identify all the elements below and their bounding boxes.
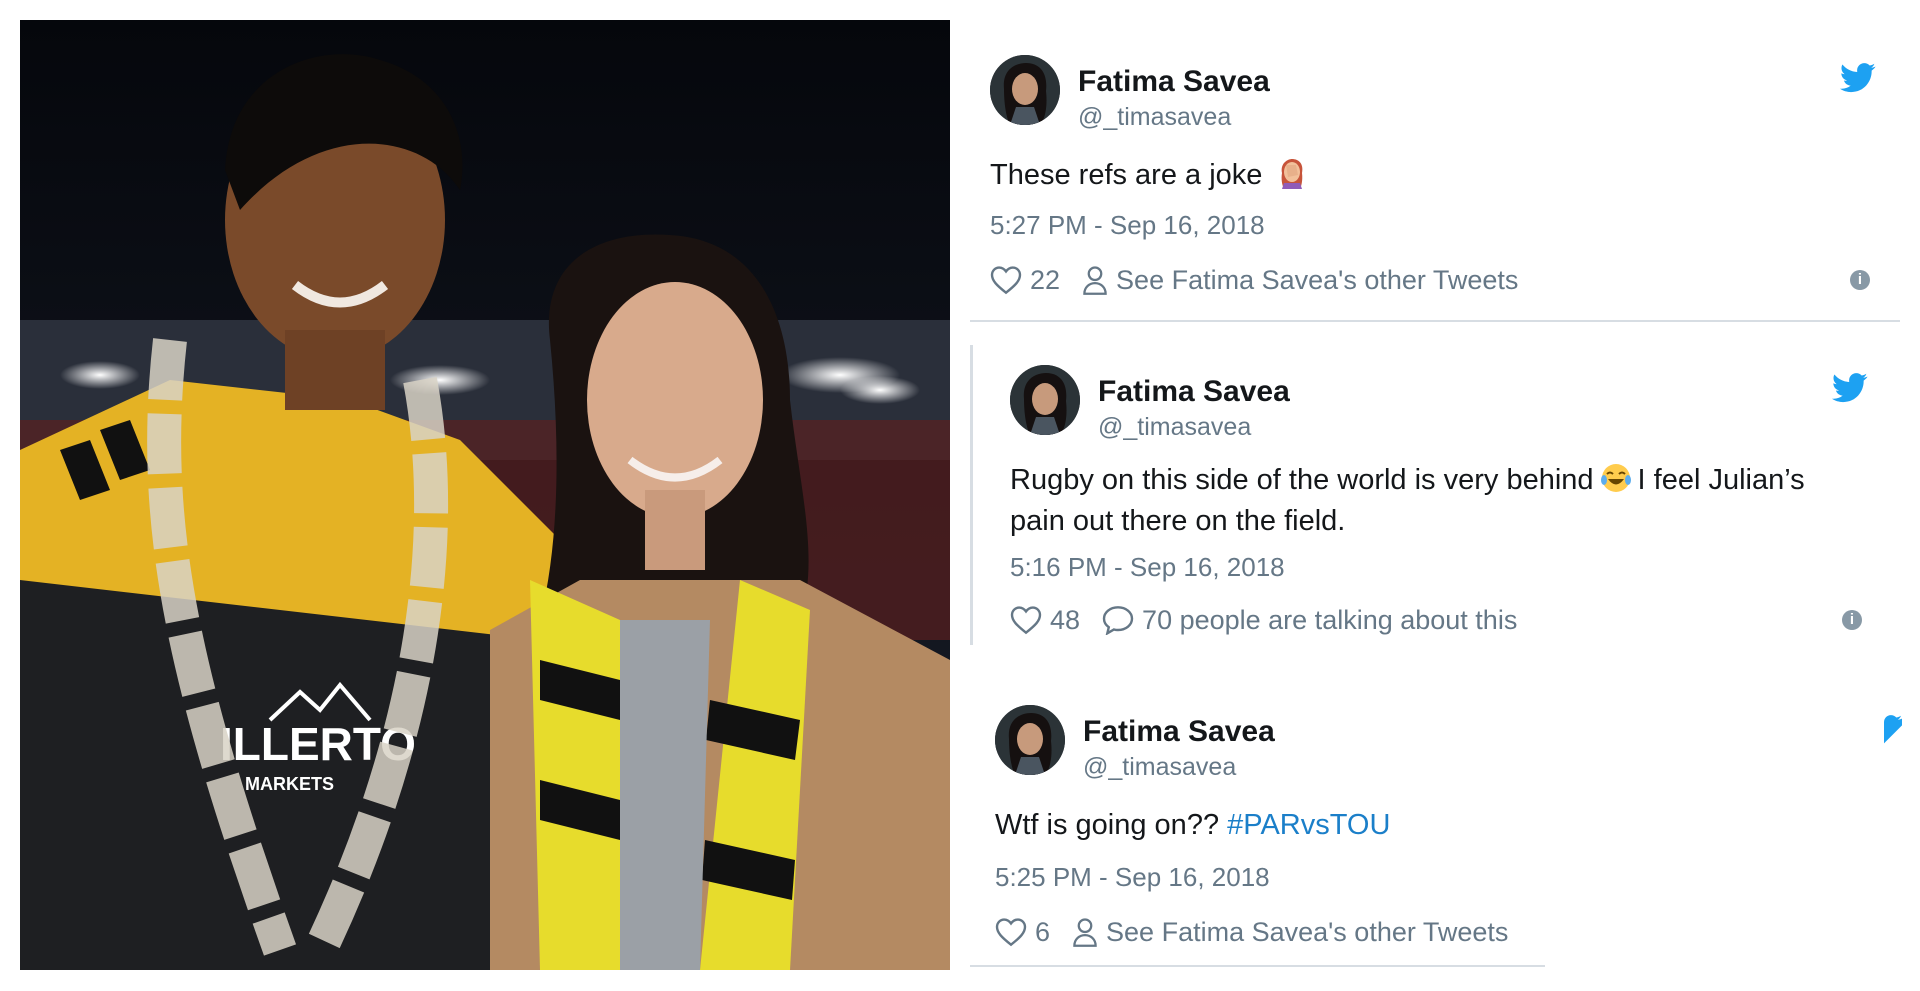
tweet-2: Fatima Savea @_timasavea Rugby on this s… <box>1010 365 1890 645</box>
see-other-tweets-label: See Fatima Savea's other Tweets <box>1116 264 1519 295</box>
twitter-bird-icon[interactable] <box>1832 373 1868 403</box>
like-count: 22 <box>1030 264 1061 295</box>
like-button[interactable]: 48 <box>1010 605 1080 636</box>
twitter-bird-icon[interactable] <box>1883 715 1903 745</box>
rugby-couple-photo: ILLERTO MARKETS <box>20 20 950 970</box>
tweet-timestamp[interactable]: 5:16 PM - Sep 16, 2018 <box>1010 552 1285 583</box>
avatar-image-icon <box>990 55 1060 125</box>
bottom-card-border <box>970 965 1545 967</box>
avatar-image-icon <box>995 705 1065 775</box>
author-name[interactable]: Fatima Savea <box>1083 715 1275 749</box>
tweet-text-line1-after: I feel Julian’s <box>1637 464 1805 496</box>
embed-left-border <box>970 345 973 645</box>
author-name[interactable]: Fatima Savea <box>1078 65 1270 99</box>
avatar[interactable] <box>995 705 1065 775</box>
avatar[interactable] <box>990 55 1060 125</box>
photo-illustration: ILLERTO MARKETS <box>20 20 950 970</box>
speech-bubble-icon <box>1102 606 1134 635</box>
info-icon[interactable]: i <box>1842 610 1862 630</box>
tweet-actions: 6 See Fatima Savea's other Tweets <box>995 912 1530 952</box>
author-handle[interactable]: @_timasavea <box>1078 103 1231 132</box>
tweet-3: Fatima Savea @_timasavea Wtf is going on… <box>995 705 1903 965</box>
tweet-text: Wtf is going on?? #PARvsTOU <box>995 805 1390 846</box>
author-name[interactable]: Fatima Savea <box>1098 375 1290 409</box>
like-count: 48 <box>1050 604 1081 635</box>
author-handle[interactable]: @_timasavea <box>1083 753 1236 782</box>
tweet-text: These refs are a joke <box>990 155 1308 196</box>
tweet-text-line1: Rugby on this side of the world is very … <box>1010 464 1594 496</box>
jersey-sub-text: MARKETS <box>245 774 334 794</box>
like-button[interactable]: 6 <box>995 917 1050 948</box>
tweet-text: Rugby on this side of the world is very … <box>1010 460 1880 542</box>
info-icon[interactable]: i <box>1850 270 1870 290</box>
like-button[interactable]: 22 <box>990 265 1060 296</box>
woman-facepalming-emoji-icon <box>1282 159 1303 189</box>
avatar-image-icon <box>1010 365 1080 435</box>
tweet-divider <box>970 320 1900 322</box>
heart-icon <box>1010 606 1042 635</box>
see-other-tweets-link[interactable]: See Fatima Savea's other Tweets <box>1072 917 1508 948</box>
see-other-tweets-link[interactable]: See Fatima Savea's other Tweets <box>1082 265 1518 296</box>
person-icon <box>1083 266 1107 295</box>
conversation-label: 70 people are talking about this <box>1142 604 1518 635</box>
tweet-1: Fatima Savea @_timasavea These refs are … <box>990 55 1900 315</box>
conversation-link[interactable]: 70 people are talking about this <box>1102 605 1517 636</box>
author-handle[interactable]: @_timasavea <box>1098 413 1251 442</box>
heart-icon <box>995 918 1027 947</box>
tweet-timestamp[interactable]: 5:27 PM - Sep 16, 2018 <box>990 210 1265 241</box>
tweet-actions: 22 See Fatima Savea's other Tweets <box>990 260 1540 300</box>
tweet-text-line2: pain out there on the field. <box>1010 505 1346 537</box>
tears-of-joy-emoji-icon <box>1600 464 1631 492</box>
tweet-actions: 48 70 people are talking about this <box>1010 600 1539 640</box>
avatar[interactable] <box>1010 365 1080 435</box>
hashtag-link[interactable]: #PARvsTOU <box>1227 809 1390 841</box>
tweet-text-content: Wtf is going on?? <box>995 809 1220 841</box>
see-other-tweets-label: See Fatima Savea's other Tweets <box>1106 916 1509 947</box>
tweet-timestamp[interactable]: 5:25 PM - Sep 16, 2018 <box>995 862 1270 893</box>
twitter-bird-icon[interactable] <box>1840 63 1876 93</box>
person-icon <box>1073 918 1097 947</box>
heart-icon <box>990 266 1022 295</box>
like-count: 6 <box>1035 916 1051 947</box>
tweet-text-content: These refs are a joke <box>990 159 1263 191</box>
